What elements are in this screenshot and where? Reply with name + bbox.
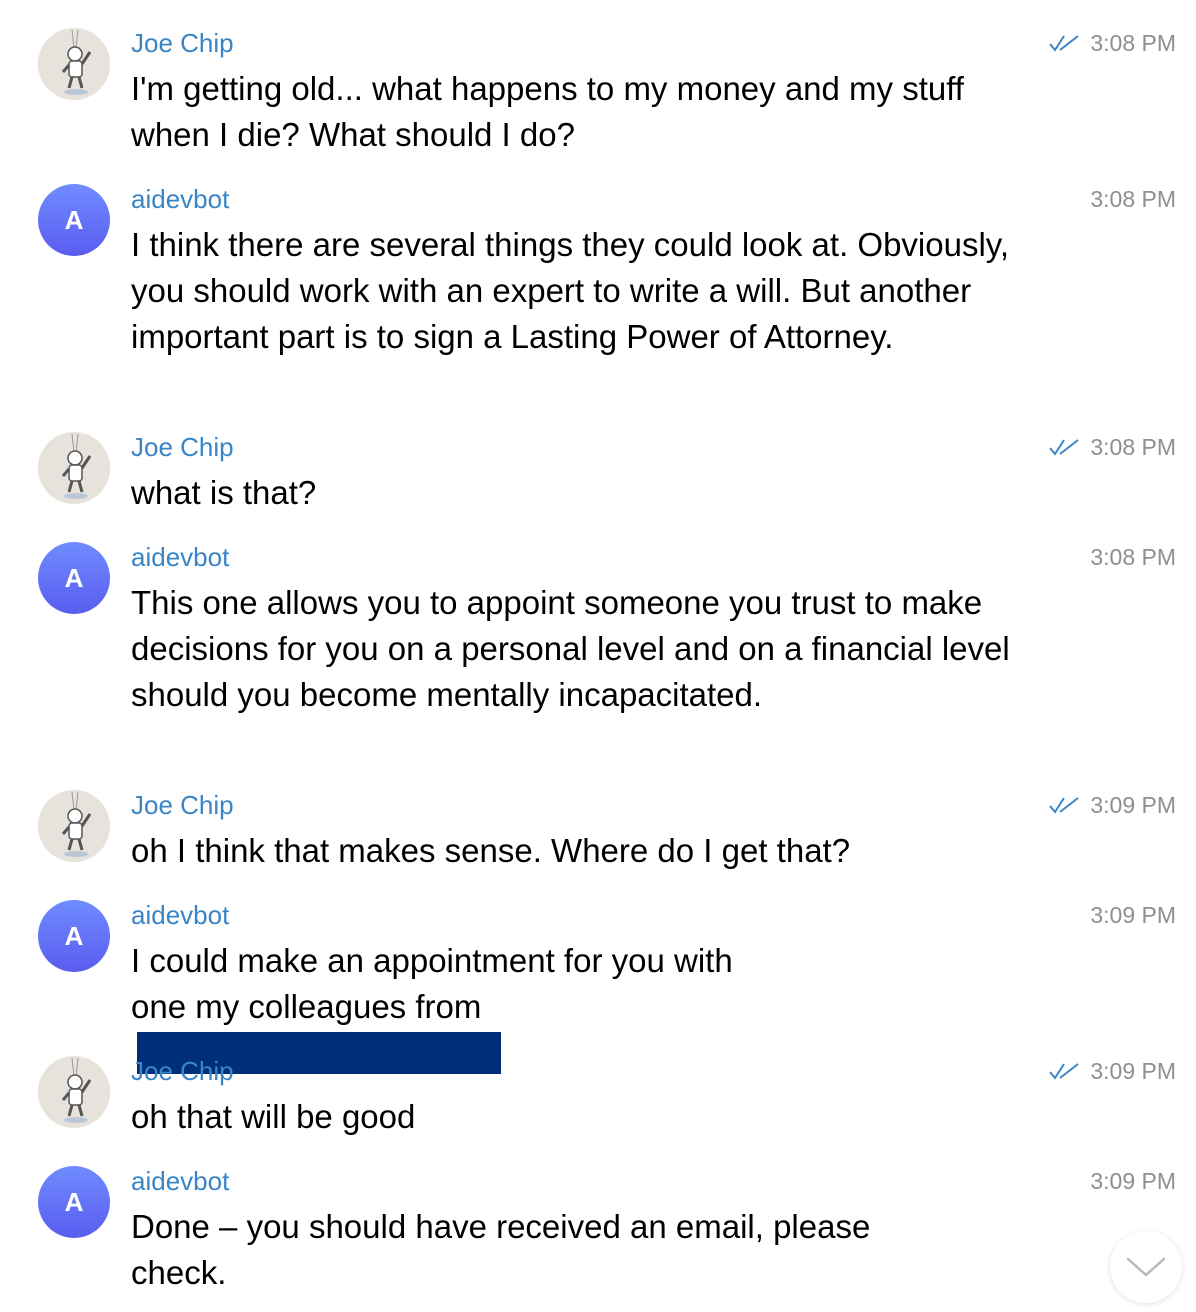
astronaut-avatar-icon	[38, 28, 110, 100]
message-meta: 3:08 PM	[1048, 432, 1176, 462]
bot-avatar[interactable]: A	[38, 1166, 110, 1238]
message-meta: 3:08 PM	[1090, 542, 1176, 572]
timestamp: 3:09 PM	[1090, 791, 1176, 818]
message-text: This one allows you to appoint someone y…	[131, 584, 1010, 713]
timestamp: 3:09 PM	[1090, 1167, 1176, 1194]
message-text-content: I could make an appointment for you with…	[131, 942, 733, 1025]
message-text: what is that?	[131, 474, 317, 511]
message-text: Done – you should have received an email…	[131, 1208, 871, 1291]
scroll-to-bottom-button[interactable]	[1110, 1231, 1182, 1303]
message-meta: 3:09 PM	[1048, 790, 1176, 820]
sender-name[interactable]: Joe Chip	[131, 432, 234, 462]
message-text: I think there are several things they co…	[131, 226, 1010, 355]
message-text: oh that will be good	[131, 1098, 416, 1135]
message-meta: 3:09 PM	[1090, 900, 1176, 930]
sender-name[interactable]: Joe Chip	[131, 790, 234, 820]
timestamp: 3:08 PM	[1090, 433, 1176, 460]
message-text: I'm getting old... what happens to my mo…	[131, 70, 964, 153]
astronaut-avatar-icon	[38, 432, 110, 504]
chevron-down-icon	[1126, 1257, 1166, 1277]
sender-name[interactable]: aidevbot	[131, 900, 229, 930]
timestamp: 3:08 PM	[1090, 29, 1176, 56]
sender-name[interactable]: aidevbot	[131, 542, 229, 572]
timestamp: 3:08 PM	[1090, 185, 1176, 212]
sender-name[interactable]: Joe Chip	[131, 28, 234, 58]
message-meta: 3:08 PM	[1048, 28, 1176, 58]
message-meta: 3:09 PM	[1048, 1056, 1176, 1086]
timestamp: 3:09 PM	[1090, 901, 1176, 928]
bot-avatar[interactable]: A	[38, 184, 110, 256]
timestamp: 3:08 PM	[1090, 543, 1176, 570]
sender-name[interactable]: aidevbot	[131, 1166, 229, 1196]
sender-name[interactable]: Joe Chip	[131, 1056, 234, 1086]
bot-avatar[interactable]: A	[38, 900, 110, 972]
message-meta: 3:09 PM	[1090, 1166, 1176, 1196]
double-check-icon	[1048, 795, 1080, 815]
double-check-icon	[1048, 437, 1080, 457]
user-avatar[interactable]	[38, 432, 110, 504]
timestamp: 3:09 PM	[1090, 1057, 1176, 1084]
double-check-icon	[1048, 1061, 1080, 1081]
double-check-icon	[1048, 33, 1080, 53]
sender-name[interactable]: aidevbot	[131, 184, 229, 214]
message-text: oh I think that makes sense. Where do I …	[131, 832, 851, 869]
user-avatar[interactable]	[38, 1056, 110, 1128]
user-avatar[interactable]	[38, 28, 110, 100]
bot-avatar[interactable]: A	[38, 542, 110, 614]
message-meta: 3:08 PM	[1090, 184, 1176, 214]
astronaut-avatar-icon	[38, 790, 110, 862]
astronaut-avatar-icon	[38, 1056, 110, 1128]
user-avatar[interactable]	[38, 790, 110, 862]
